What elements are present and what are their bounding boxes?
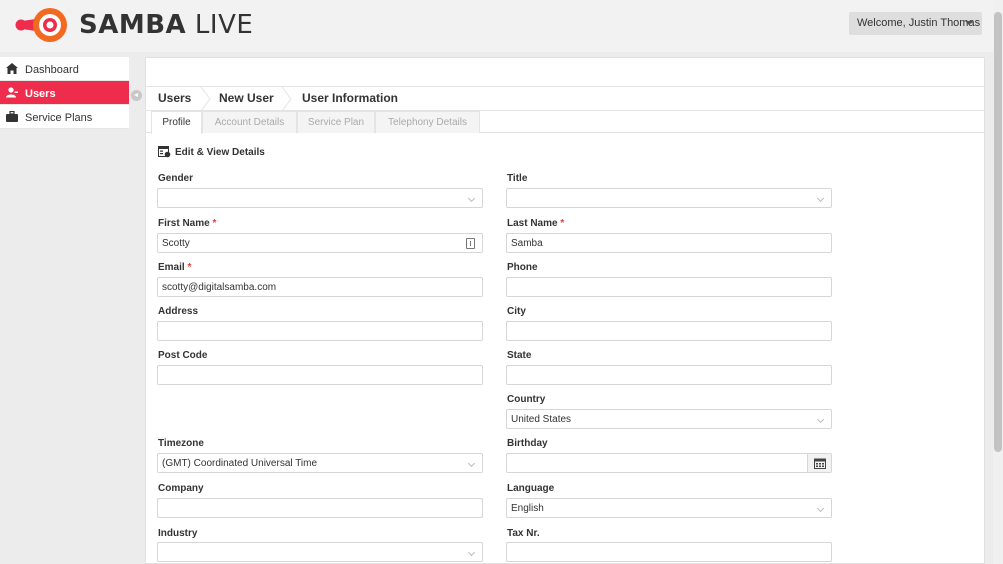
password-manager-icon[interactable] [466,238,475,249]
main-panel: Users New User User Information Profile … [145,57,985,564]
chevron-right-icon [281,87,292,111]
calendar-icon [814,458,826,469]
app-header: SAMBA LIVE Welcome, Justin Thomas [0,0,1003,52]
timezone-select[interactable]: (GMT) Coordinated Universal Time [157,453,483,473]
gender-select[interactable] [157,188,483,208]
company-label: Company [158,483,204,494]
country-label: Country [507,394,546,405]
tab-profile[interactable]: Profile [151,111,202,134]
country-select[interactable]: United States [506,409,832,429]
language-label: Language [507,483,555,494]
address-input[interactable] [157,321,483,341]
chevron-right-icon [200,87,211,111]
tab-bar: Profile Account Details Service Plan Tel… [146,111,984,134]
company-input[interactable] [157,498,483,518]
language-select[interactable]: English [506,498,832,518]
first-name-label: First Name * [158,218,217,229]
industry-label: Industry [158,528,198,539]
first-name-input[interactable]: Scotty [157,233,483,253]
title-select[interactable] [506,188,832,208]
post-code-label: Post Code [158,350,208,361]
sidebar-collapse-button[interactable] [131,90,142,101]
sidebar-item-users[interactable]: Users [0,81,129,105]
industry-select[interactable] [157,542,483,562]
email-label: Email * [158,262,192,273]
tab-account-details[interactable]: Account Details [202,111,297,133]
home-icon [6,63,18,74]
last-name-input[interactable]: Samba [506,233,832,253]
breadcrumb-new-user[interactable]: New User [219,91,274,105]
edit-details-icon [158,146,171,158]
state-input[interactable] [506,365,832,385]
sidebar-item-label: Users [25,88,56,100]
birthday-input[interactable] [506,453,832,473]
breadcrumb-users[interactable]: Users [158,91,191,105]
sidebar-item-label: Service Plans [25,112,93,124]
tab-service-plan[interactable]: Service Plan [297,111,375,133]
phone-label: Phone [507,262,538,273]
city-input[interactable] [506,321,832,341]
calendar-button[interactable] [807,454,831,472]
sidebar-item-service-plans[interactable]: Service Plans [0,105,129,129]
user-menu-button[interactable]: Welcome, Justin Thomas [849,12,982,35]
sidebar-item-dashboard[interactable]: Dashboard [0,57,129,81]
title-label: Title [507,173,528,184]
post-code-input[interactable] [157,365,483,385]
gender-label: Gender [158,173,194,184]
brand-name: SAMBA LIVE [79,10,254,40]
phone-input[interactable] [506,277,832,297]
page-scrollbar[interactable] [993,0,1003,564]
sidebar: Dashboard Users Service Plans [0,57,129,129]
timezone-label: Timezone [158,438,204,449]
panel-topbar [146,58,984,87]
caret-down-icon [965,21,973,25]
samba-logo-icon [15,8,67,42]
users-icon [6,87,18,98]
sidebar-item-label: Dashboard [25,64,79,76]
tax-nr-label: Tax Nr. [507,528,540,539]
last-name-label: Last Name * [507,218,565,229]
address-label: Address [158,306,199,317]
tab-telephony-details[interactable]: Telephony Details [375,111,480,133]
email-input[interactable]: scotty@digitalsamba.com [157,277,483,297]
scrollbar-thumb[interactable] [994,12,1002,452]
state-label: State [507,350,532,361]
section-title: Edit & View Details [158,146,265,158]
birthday-label: Birthday [507,438,548,449]
briefcase-icon [6,111,18,122]
breadcrumb-user-information: User Information [302,91,399,105]
welcome-text: Welcome, Justin Thomas [857,17,981,29]
breadcrumb: Users New User User Information [146,87,984,111]
city-label: City [507,306,526,317]
tax-nr-input[interactable] [506,542,832,562]
